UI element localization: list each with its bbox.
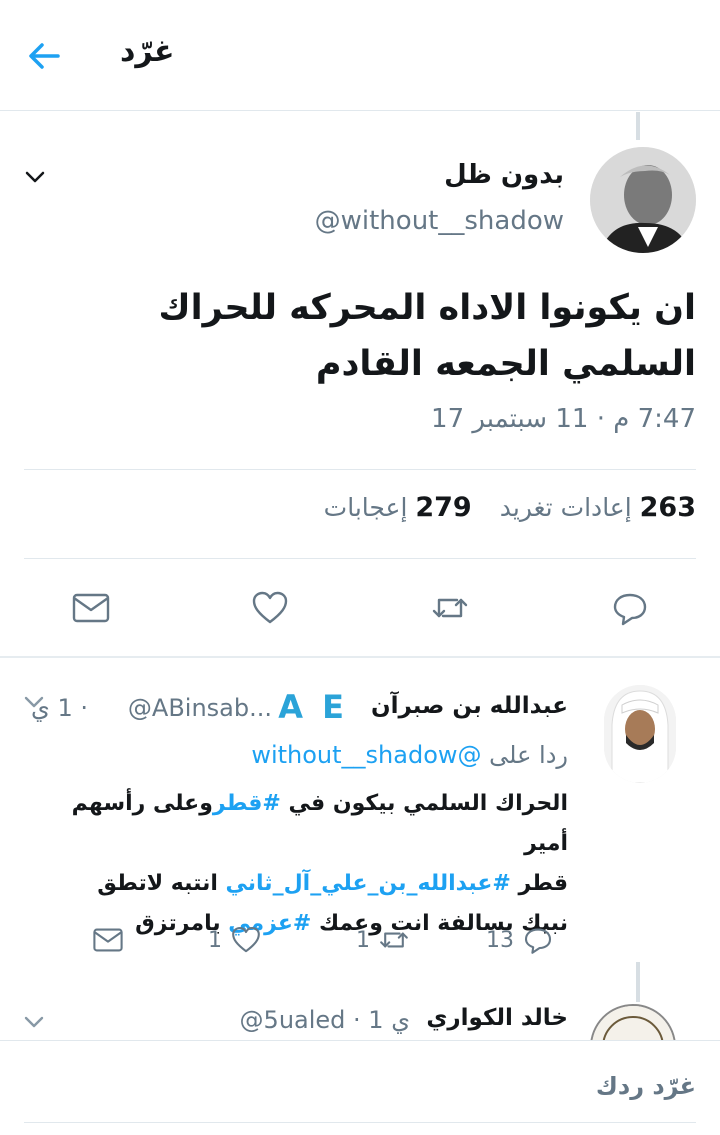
- thread-connector: [636, 112, 640, 140]
- reply-author-name[interactable]: عبدالله بن صبرآن: [371, 693, 568, 719]
- tweet-stats: 263 إعادات تغريد 279 إعجابات: [324, 492, 696, 523]
- avatar[interactable]: [604, 685, 676, 783]
- message-icon[interactable]: [71, 588, 111, 628]
- text-run: انتبه لاتطق: [97, 871, 226, 896]
- retweet-icon: [380, 932, 408, 948]
- retweets-stat[interactable]: 263 إعادات تغريد: [500, 492, 696, 523]
- reply-icon[interactable]: [610, 588, 650, 628]
- retweet-icon[interactable]: [430, 588, 470, 628]
- likes-stat[interactable]: 279 إعجابات: [324, 492, 472, 523]
- divider: [24, 469, 696, 470]
- back-arrow-icon[interactable]: [24, 36, 64, 76]
- compose-placeholder[interactable]: غرّد ردك: [596, 1072, 696, 1100]
- retweet-count: 1: [356, 927, 370, 953]
- reply-like-button[interactable]: 1: [208, 924, 262, 956]
- reply-author-handle[interactable]: @ABinsab...: [128, 694, 272, 722]
- reply-text-line: قطر #عبدالله_بن_علي_آل_ثاني انتبه لاتطق: [38, 864, 568, 904]
- hashtag-link[interactable]: #عبدالله_بن_علي_آل_ثاني: [226, 871, 511, 896]
- text-run: قطر: [510, 871, 568, 896]
- reply-timestamp: · 1 ي: [353, 1006, 410, 1034]
- chevron-down-icon[interactable]: [22, 164, 48, 190]
- page-title: غرّد: [120, 34, 175, 69]
- reply-author-name[interactable]: خالد الكواري: [426, 1005, 568, 1031]
- reply-text-line: الحراك السلمي بيكون في #قطروعلى رأسهم أم…: [38, 784, 568, 864]
- chevron-down-icon[interactable]: [22, 1010, 46, 1034]
- hashtag-link[interactable]: #قطر: [213, 791, 281, 816]
- chevron-down-icon[interactable]: [22, 690, 46, 714]
- like-count: 1: [208, 927, 222, 953]
- reply-to-label: ردا على: [489, 741, 568, 769]
- thread-connector: [636, 962, 640, 1002]
- author-handle[interactable]: @without__shadow: [315, 206, 564, 236]
- message-icon: [93, 928, 123, 952]
- retweets-label: إعادات تغريد: [499, 493, 632, 522]
- reply-message-button[interactable]: [92, 924, 124, 956]
- reply-text: الحراك السلمي بيكون في #قطروعلى رأسهم أم…: [38, 784, 568, 944]
- section-divider: [0, 656, 720, 658]
- avatar[interactable]: [590, 147, 696, 253]
- like-icon[interactable]: [250, 588, 290, 628]
- retweets-count: 263: [639, 492, 696, 523]
- tweet-timestamp: 7:47 م · 11 سبتمبر 17: [431, 404, 696, 434]
- reply-author-handle[interactable]: @5ualed · 1 ي: [240, 1006, 410, 1034]
- app-header: [0, 0, 720, 111]
- handle-text: @5ualed: [239, 1006, 346, 1034]
- author-name[interactable]: بدون ظل: [444, 160, 564, 190]
- reply-to-handle[interactable]: @without__shadow: [251, 741, 481, 769]
- reply-count: 13: [486, 927, 514, 953]
- divider: [24, 558, 696, 559]
- compose-underline: [24, 1122, 696, 1123]
- author-logo: A E: [278, 688, 348, 726]
- reply-icon: [524, 928, 552, 954]
- tweet-text: ان يكونوا الاداه المحركه للحراك السلمي ا…: [158, 288, 697, 384]
- likes-count: 279: [415, 492, 472, 523]
- like-icon: [232, 926, 260, 953]
- replying-to: ردا على @without__shadow: [251, 741, 568, 769]
- reply-retweet-button[interactable]: 1: [356, 924, 410, 956]
- reply-reply-button[interactable]: 13: [486, 924, 554, 956]
- likes-label: إعجابات: [323, 493, 408, 522]
- text-run: الحراك السلمي بيكون في: [280, 791, 568, 816]
